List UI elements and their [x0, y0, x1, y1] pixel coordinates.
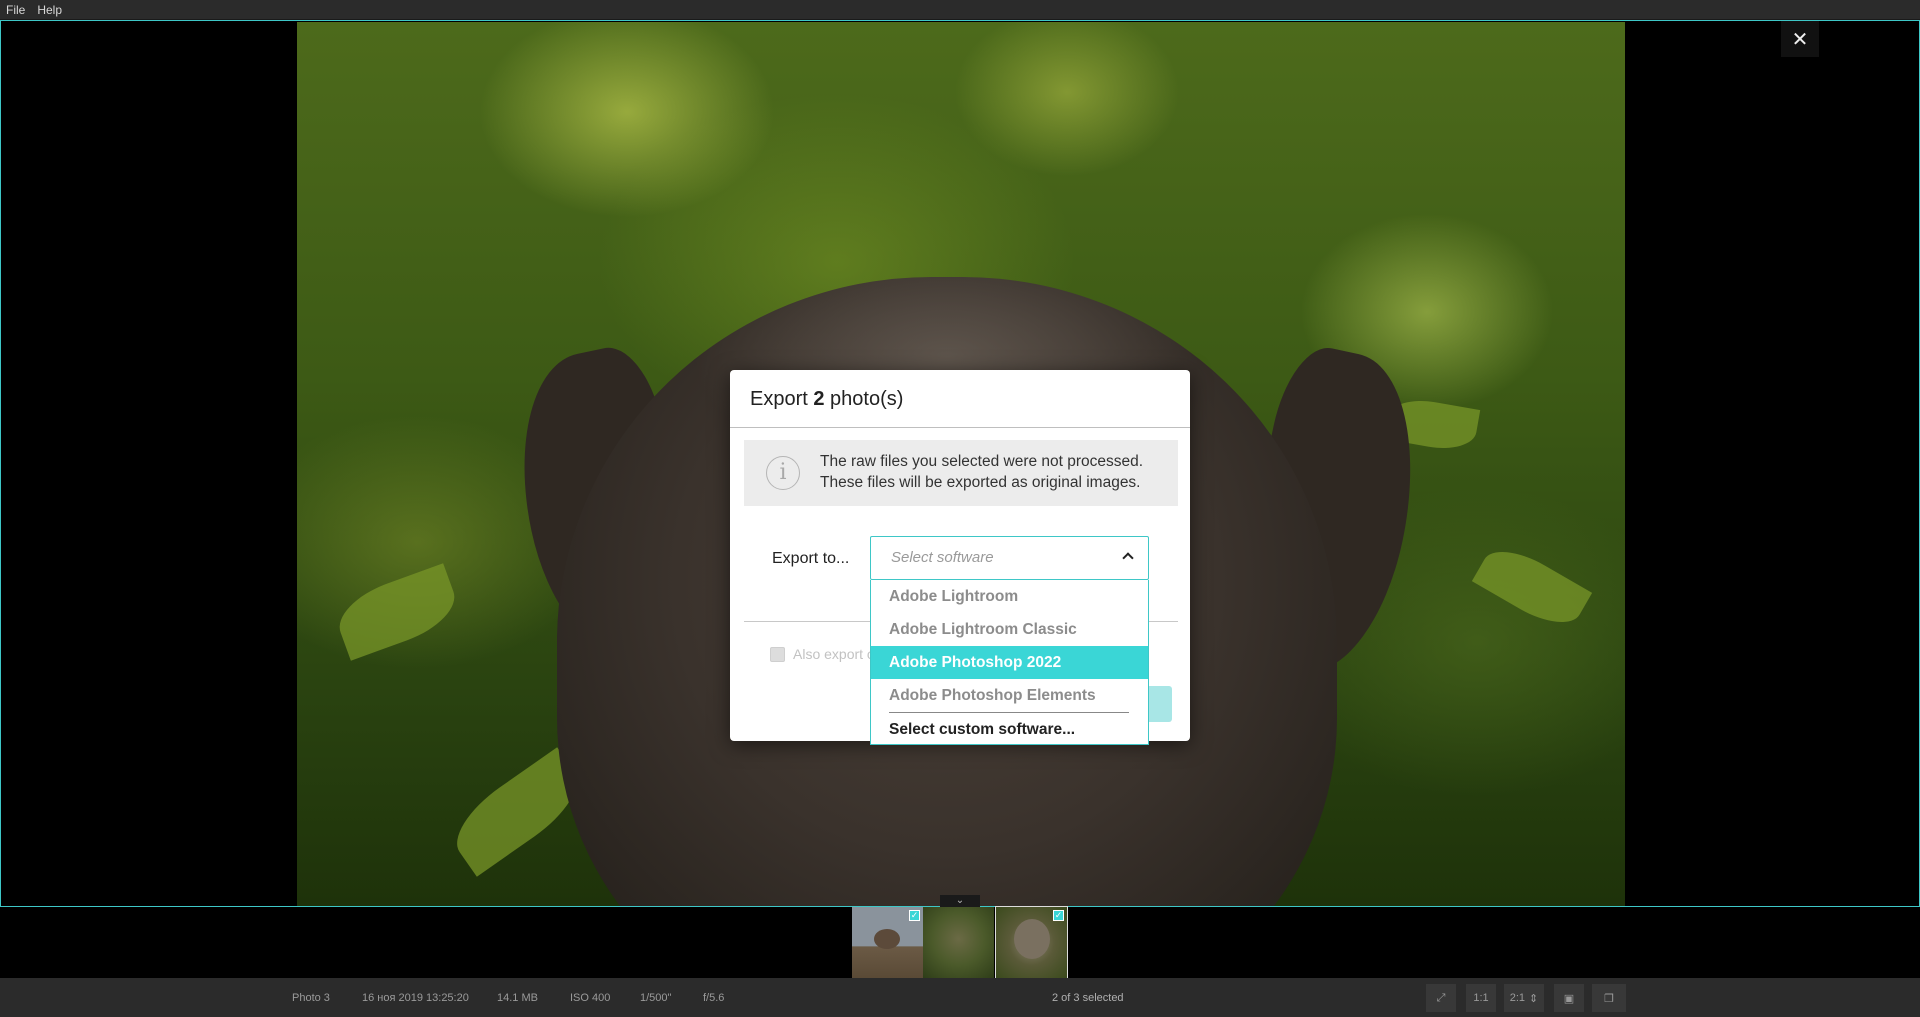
export-to-label: Export to... — [772, 550, 850, 567]
menu-bar: File Help — [0, 0, 1920, 20]
checked-icon[interactable]: ✓ — [909, 910, 920, 921]
option-adobe-lightroom-classic[interactable]: Adobe Lightroom Classic — [871, 613, 1148, 646]
thumbnail[interactable]: ✓ — [852, 907, 923, 978]
chevron-up-icon — [1122, 552, 1134, 564]
option-adobe-lightroom[interactable]: Adobe Lightroom — [871, 580, 1148, 613]
option-adobe-photoshop-2022[interactable]: Adobe Photoshop 2022 — [871, 646, 1148, 679]
layers-icon: ❐ — [1604, 992, 1614, 1005]
export-count: 2 — [813, 388, 825, 410]
also-export-checkbox[interactable] — [770, 646, 785, 662]
selection-count: 2 of 3 selected — [1052, 992, 1124, 1004]
leaf-decor — [1471, 537, 1593, 637]
info-box: i The raw files you selected were not pr… — [744, 440, 1178, 506]
photo-datetime: 16 ноя 2019 13:25:20 — [362, 992, 469, 1004]
photo-iso: ISO 400 — [570, 992, 611, 1004]
compare-button[interactable]: ▣ — [1554, 984, 1584, 1012]
thumbnail[interactable] — [923, 907, 994, 978]
zoom-1-1-button[interactable]: 1:1 — [1466, 984, 1496, 1012]
option-select-custom-software[interactable]: Select custom software... — [871, 713, 1148, 746]
software-select[interactable]: Select software — [870, 536, 1149, 580]
menu-file[interactable]: File — [6, 3, 25, 17]
multi-view-button[interactable]: ❐ — [1592, 984, 1626, 1012]
select-placeholder: Select software — [891, 549, 994, 566]
info-message: The raw files you selected were not proc… — [820, 453, 1144, 491]
close-viewer-button[interactable]: ✕ — [1781, 21, 1819, 57]
close-icon: ✕ — [1791, 28, 1809, 51]
photo-aperture: f/5.6 — [703, 992, 725, 1004]
owl-thumb-subject — [1014, 919, 1050, 959]
menu-help[interactable]: Help — [37, 3, 62, 17]
also-export-label: Also export o — [793, 646, 875, 662]
expand-icon: ⤢ — [1436, 991, 1446, 1004]
leaf-decor — [330, 563, 464, 661]
also-export-option[interactable]: Also export o — [770, 646, 875, 662]
photo-name: Photo 3 — [292, 992, 330, 1004]
zoom-select[interactable]: 2:1 ⇕ — [1504, 984, 1544, 1012]
info-icon: i — [766, 456, 800, 490]
image-icon: ▣ — [1563, 992, 1575, 1005]
checked-icon[interactable]: ✓ — [1053, 910, 1064, 921]
bird-thumb-subject — [874, 929, 900, 949]
thumbnail[interactable]: ✓ — [995, 906, 1068, 979]
dialog-title: Export 2 photo(s) — [750, 388, 904, 410]
filmstrip-toggle[interactable]: ⌄ — [940, 895, 980, 907]
photo-shutter: 1/500" — [640, 992, 672, 1004]
photo-size: 14.1 MB — [497, 992, 538, 1004]
status-bar: Photo 3 16 ноя 2019 13:25:20 14.1 MB ISO… — [0, 978, 1920, 1017]
stepper-icon: ⇕ — [1529, 992, 1539, 1005]
divider — [730, 427, 1190, 428]
fit-screen-button[interactable]: ⤢ — [1426, 984, 1456, 1012]
chevron-down-icon: ⌄ — [955, 895, 965, 906]
option-adobe-photoshop-elements[interactable]: Adobe Photoshop Elements — [871, 679, 1148, 712]
software-dropdown-list: Adobe Lightroom Adobe Lightroom Classic … — [870, 580, 1149, 745]
filmstrip: ⌄ ✓ ✓ — [0, 895, 1920, 979]
